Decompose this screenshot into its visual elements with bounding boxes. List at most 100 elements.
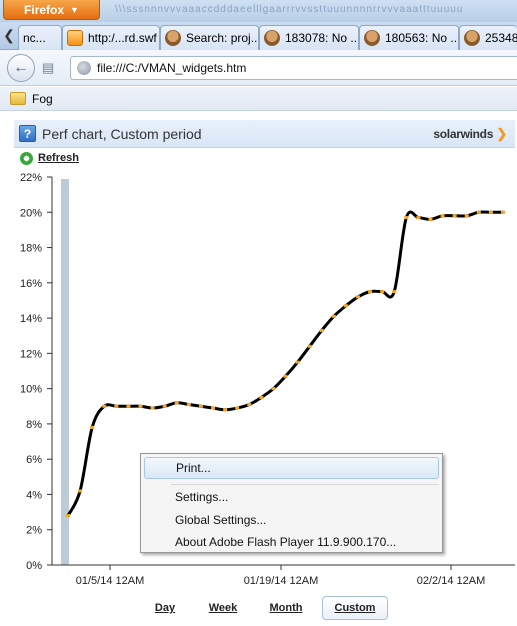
help-icon[interactable]: ?: [19, 125, 36, 142]
bugzilla-icon: [364, 30, 380, 46]
flash-icon: [67, 30, 83, 46]
tab-label: http:/...rd.swf: [88, 31, 157, 45]
tab-label: 180563: No ...: [385, 31, 459, 45]
globe-icon: [77, 61, 91, 75]
data-point: [368, 290, 373, 294]
widget-title: Perf chart, Custom period: [42, 125, 202, 142]
bugzilla-icon: [264, 30, 280, 46]
data-point: [404, 216, 409, 220]
y-tick-label: 8%: [26, 419, 42, 431]
y-tick-label: 6%: [26, 454, 42, 466]
tab-label: Search: proj...: [186, 31, 259, 45]
range-selector-bar: [61, 179, 69, 565]
y-tick-label: 10%: [20, 384, 42, 396]
data-point: [247, 403, 252, 407]
bookmark-folder-fog[interactable]: Fog: [32, 92, 53, 106]
tab-label: 253487...: [485, 31, 517, 45]
data-point: [488, 210, 493, 214]
data-point: [392, 290, 397, 294]
history-dropdown-icon[interactable]: ▤: [42, 60, 58, 76]
bugzilla-icon: [464, 30, 480, 46]
data-point: [343, 304, 348, 308]
context-menu: Print... Settings... Global Settings... …: [140, 453, 443, 553]
solarwinds-logo: solarwinds ❯: [433, 126, 507, 142]
data-point: [150, 406, 155, 410]
data-point: [283, 374, 288, 378]
data-point: [440, 214, 445, 218]
y-tick-label: 18%: [20, 243, 42, 255]
y-tick-label: 16%: [20, 278, 42, 290]
data-point: [114, 404, 119, 408]
back-arrow-icon: ←: [13, 59, 29, 76]
firefox-button-label: Firefox: [24, 2, 65, 17]
data-point: [501, 210, 505, 214]
data-point: [428, 217, 433, 221]
y-tick-label: 20%: [20, 207, 42, 219]
y-tick-label: 2%: [26, 525, 42, 537]
data-point: [307, 344, 312, 348]
zoom-bar: Day Week Month Custom: [0, 596, 517, 622]
data-point: [380, 290, 385, 294]
menu-item-about-flash[interactable]: About Adobe Flash Player 11.9.900.170...: [144, 531, 439, 553]
data-point: [356, 295, 360, 299]
window-title: \\\sssnnnvvvaaaccdddaeelllgaarrrvvssttuu…: [115, 4, 464, 15]
data-point: [319, 328, 324, 332]
x-tick-label: 02/2/14 12AM: [417, 575, 486, 587]
menu-item-print[interactable]: Print...: [144, 457, 439, 479]
data-point: [78, 489, 83, 493]
zoom-custom-button[interactable]: Custom: [322, 596, 388, 620]
data-point: [162, 404, 167, 408]
bugzilla-icon: [165, 30, 181, 46]
y-tick-label: 4%: [26, 489, 42, 501]
menu-item-global-settings[interactable]: Global Settings...: [144, 509, 439, 531]
folder-icon: [10, 92, 26, 105]
zoom-day-button[interactable]: Day: [148, 596, 182, 620]
tab-2[interactable]: http:/...rd.swf: [62, 25, 160, 50]
tab-3[interactable]: Search: proj...: [160, 25, 259, 50]
data-point: [235, 406, 240, 410]
logo-text: solarwinds: [433, 127, 494, 141]
tab-4[interactable]: 183078: No ...: [259, 25, 359, 50]
data-point: [271, 387, 276, 391]
window-titlebar: Firefox ▼ \\\sssnnnvvvaaaccdddaeelllgaar…: [0, 0, 517, 22]
data-point: [138, 404, 143, 408]
data-point: [66, 514, 70, 518]
y-tick-label: 22%: [20, 172, 42, 184]
data-point: [331, 314, 336, 318]
data-point: [211, 406, 215, 410]
data-point: [452, 214, 457, 218]
data-point: [464, 214, 469, 218]
x-tick-label: 01/19/14 12AM: [244, 575, 319, 587]
data-point: [186, 403, 191, 407]
data-point: [223, 408, 228, 412]
y-tick-label: 0%: [26, 560, 42, 572]
data-point: [174, 401, 179, 405]
flame-icon: ❯: [493, 126, 507, 141]
zoom-month-button[interactable]: Month: [263, 596, 309, 620]
data-point: [102, 404, 107, 408]
firefox-menu-button[interactable]: Firefox ▼: [3, 0, 100, 20]
menu-item-settings[interactable]: Settings...: [144, 486, 439, 508]
tab-scroll-left-icon[interactable]: ❮: [2, 27, 16, 47]
data-point: [416, 216, 421, 220]
y-tick-label: 12%: [20, 348, 42, 360]
tab-strip: ❮ nc... http:/...rd.swf Search: proj... …: [0, 22, 517, 50]
data-point: [259, 395, 264, 399]
refresh-icon[interactable]: [20, 151, 33, 165]
tab-1[interactable]: nc...: [18, 25, 62, 50]
back-button[interactable]: ←: [7, 54, 35, 82]
refresh-link[interactable]: Refresh: [38, 152, 79, 164]
refresh-row: Refresh: [20, 150, 79, 166]
tab-6[interactable]: 253487...: [459, 25, 517, 50]
menu-separator: [171, 484, 439, 485]
data-point: [476, 210, 481, 214]
bookmarks-toolbar: Fog: [0, 87, 517, 111]
zoom-week-button[interactable]: Week: [200, 596, 246, 620]
url-text[interactable]: file:///C:/VMAN_widgets.htm: [97, 61, 246, 75]
navigation-bar: ← ▤ file:///C:/VMAN_widgets.htm: [0, 50, 517, 86]
data-point: [295, 360, 300, 364]
tab-5[interactable]: 180563: No ...: [359, 25, 459, 50]
data-point: [90, 425, 95, 429]
url-bar[interactable]: file:///C:/VMAN_widgets.htm: [70, 56, 517, 80]
x-tick-label: 01/5/14 12AM: [76, 575, 145, 587]
